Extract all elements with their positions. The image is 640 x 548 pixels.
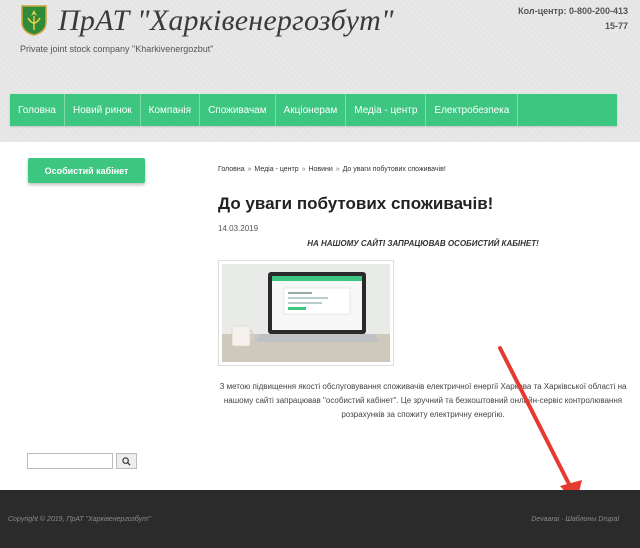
nav-item-home[interactable]: Головна [10,94,65,126]
main-navigation: Головна Новий ринок Компанія Споживачам … [10,94,617,126]
nav-item-consumers[interactable]: Споживачам [200,94,276,126]
call-center-extension: 15-77 [604,21,628,31]
breadcrumb-separator: » [247,166,252,173]
breadcrumb-current: До уваги побутових споживачів! [342,166,446,173]
laptop-photo [222,264,390,362]
news-image[interactable] [218,260,394,366]
coat-of-arms-icon[interactable] [20,4,48,36]
search-button[interactable] [116,453,137,469]
page-title: До уваги побутових споживачів! [218,194,494,213]
search-icon [122,456,131,466]
copyright: Copyright © 2019, ПрАТ "Харківенергозбут… [8,516,151,523]
breadcrumb-separator: » [301,166,306,173]
post-date: 14.03.2019 [218,224,259,233]
nav-item-new-market[interactable]: Новий ринок [65,94,141,126]
developer-link[interactable]: Devaarai · Шаблоны Drupal [531,516,619,523]
personal-cabinet-button[interactable]: Особистий кабінет [28,158,145,183]
breadcrumb-separator: » [335,166,340,173]
site-slogan: Private joint stock company "Kharkivener… [20,44,214,54]
nav-item-company[interactable]: Компанія [141,94,201,126]
breadcrumb-home[interactable]: Головна [218,166,245,173]
call-center-contact: Кол-центр: 0-800-200-413 15-77 [518,4,628,34]
breadcrumb-news[interactable]: Новини [308,166,332,173]
call-center-phone: Кол-центр: 0-800-200-413 [518,6,628,16]
site-title[interactable]: ПрАТ "Харківенергозбут" [58,4,394,38]
nav-item-shareholders[interactable]: Акціонерам [276,94,347,126]
nav-item-electrical-safety[interactable]: Електробезпека [426,94,519,126]
search-input[interactable] [27,453,113,469]
site-footer: Copyright © 2019, ПрАТ "Харківенергозбут… [0,490,640,548]
breadcrumb-media-center[interactable]: Медіа - центр [254,166,298,173]
article-body: З метою підвищення якості обслуговування… [219,382,627,419]
breadcrumb: Головна » Медіа - центр » Новини » До ув… [218,166,446,173]
red-arrow-annotation [498,346,582,504]
article-lead: НА НАШОМУ САЙТІ ЗАПРАЦЮВАВ ОСОБИСТИЙ КАБ… [307,239,539,248]
nav-item-media-center[interactable]: Медіа - центр [346,94,427,126]
